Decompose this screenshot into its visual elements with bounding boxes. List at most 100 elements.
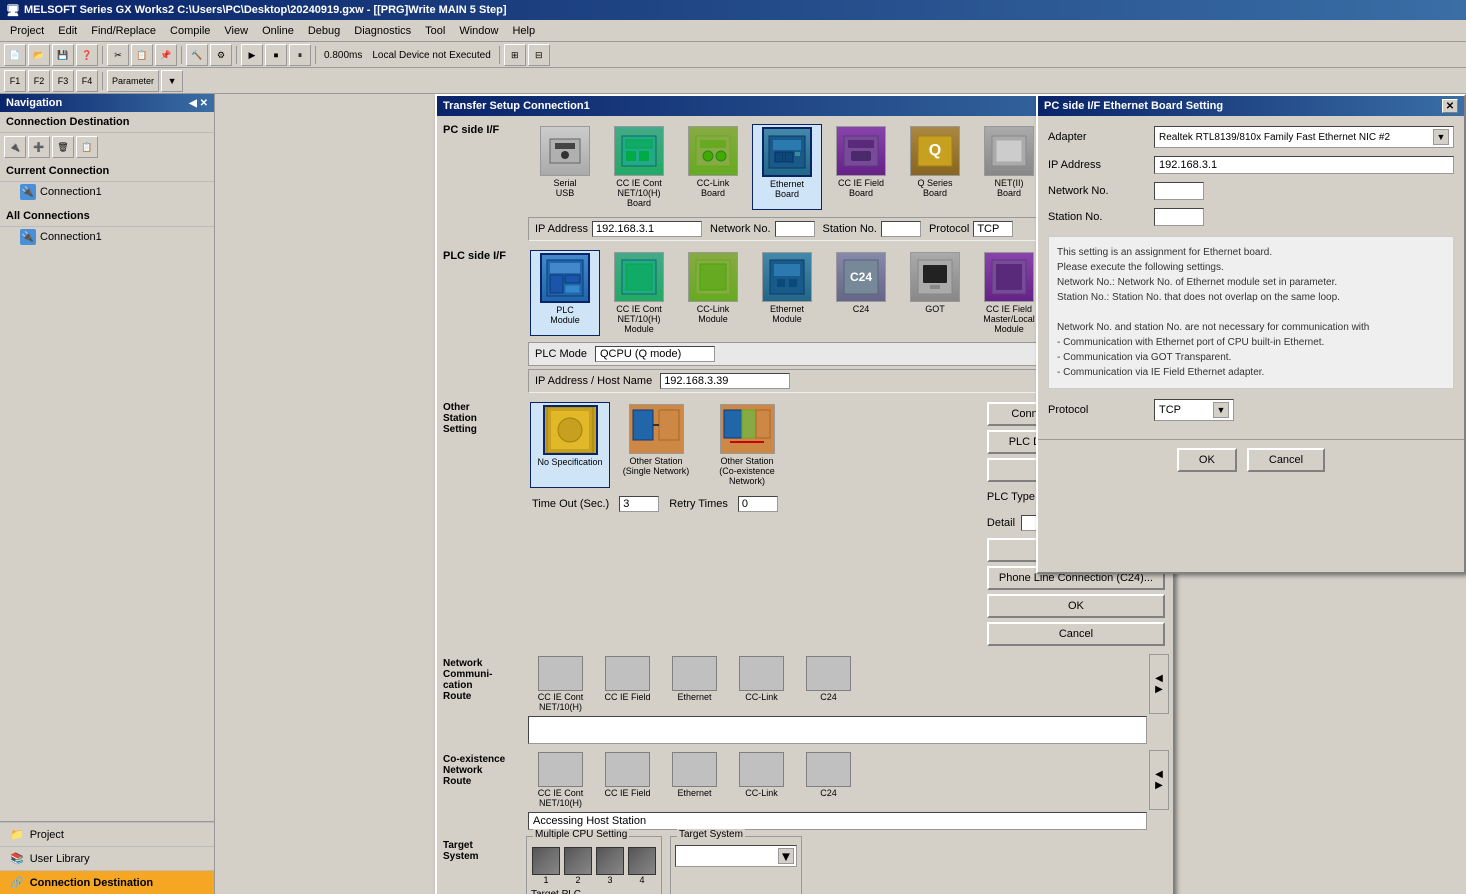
toolbar-save[interactable]: 💾 [52, 44, 74, 66]
coexist-cc-ie-field[interactable]: CC IE Field [595, 752, 660, 808]
ethernet-cancel-btn[interactable]: Cancel [1247, 448, 1325, 472]
toolbar-r3[interactable]: F3 [52, 70, 74, 92]
device-cc-ie-cont-board[interactable]: CC IE ContNET/10(H)Board [604, 124, 674, 210]
menu-online[interactable]: Online [256, 23, 300, 39]
target-system-combo[interactable]: ▼ [675, 845, 797, 867]
coexist-content: CC IE ContNET/10(H) CC IE Field Ethernet [526, 750, 1149, 832]
route-cc-link[interactable]: CC-Link [729, 656, 794, 712]
menu-compile[interactable]: Compile [164, 23, 216, 39]
device-ethernet-module[interactable]: EthernetModule [752, 250, 822, 336]
device-q-series-board[interactable]: Q Q SeriesBoard [900, 124, 970, 210]
other-station-single[interactable]: Other Station(Single Network) [616, 402, 696, 488]
network-no-input[interactable] [775, 221, 815, 237]
menu-edit[interactable]: Edit [52, 23, 83, 39]
menu-window[interactable]: Window [453, 23, 504, 39]
menu-view[interactable]: View [218, 23, 254, 39]
other-station-coexist[interactable]: Other Station(Co-existence Network) [702, 402, 792, 488]
cpu-icon-2[interactable]: 2 [563, 847, 593, 885]
menu-help[interactable]: Help [506, 23, 541, 39]
nav-tab-user-library[interactable]: 📚 User Library [0, 846, 214, 870]
route-cc-ie-cont[interactable]: CC IE ContNET/10(H) [528, 656, 593, 712]
ethernet-dialog-close[interactable]: ✕ [1442, 99, 1458, 113]
device-got[interactable]: GOT [900, 250, 970, 336]
route-ethernet[interactable]: Ethernet [662, 656, 727, 712]
device-serial-usb[interactable]: SerialUSB [530, 124, 600, 210]
toolbar-open[interactable]: 📂 [28, 44, 50, 66]
device-cc-ie-cont-module[interactable]: CC IE ContNET/10(H)Module [604, 250, 674, 336]
toolbar-new[interactable]: 📄 [4, 44, 26, 66]
cpu-icon-4[interactable]: 4 [627, 847, 657, 885]
route-c24[interactable]: C24 [796, 656, 861, 712]
coexist-ethernet[interactable]: Ethernet [662, 752, 727, 808]
toolbar-help[interactable]: ❓ [76, 44, 98, 66]
cancel-btn-transfer[interactable]: Cancel [987, 622, 1165, 646]
menu-diagnostics[interactable]: Diagnostics [348, 23, 417, 39]
toolbar-copy[interactable]: 📋 [131, 44, 153, 66]
nav-tab-project[interactable]: 📁 Project [0, 822, 214, 846]
device-cc-link-mod-label: CC-LinkModule [697, 304, 730, 324]
device-cc-ie-cont-label: CC IE ContNET/10(H)Board [616, 178, 662, 208]
adapter-dropdown-arrow[interactable]: ▼ [1433, 129, 1449, 145]
adapter-combo[interactable]: Realtek RTL8139/810x Family Fast Etherne… [1154, 126, 1454, 148]
toolbar-dropdown[interactable]: ▼ [161, 70, 183, 92]
eth-ip-input[interactable] [1154, 156, 1454, 174]
nav-tree-connection1-current[interactable]: 🔌 Connection1 [0, 182, 214, 202]
coexist-c24[interactable]: C24 [796, 752, 861, 808]
menu-project[interactable]: Project [4, 23, 50, 39]
nav-tree-connection1-all[interactable]: 🔌 Connection1 [0, 227, 214, 247]
coexist-cc-link[interactable]: CC-Link [729, 752, 794, 808]
eth-station-input[interactable] [1154, 208, 1204, 226]
nav-title: Navigation [6, 97, 62, 109]
retry-input[interactable] [738, 496, 778, 512]
toolbar-extra1[interactable]: ⊞ [504, 44, 526, 66]
toolbar-param[interactable]: Parameter [107, 70, 159, 92]
toolbar-paste[interactable]: 📌 [155, 44, 177, 66]
ip-address-input[interactable] [592, 221, 702, 237]
device-c24-plc[interactable]: C24 C24 [826, 250, 896, 336]
toolbar-r1[interactable]: F1 [4, 70, 26, 92]
network-route-input-area[interactable] [528, 716, 1147, 744]
protocol-combo[interactable]: TCP ▼ [1154, 399, 1234, 421]
device-net-ii-board[interactable]: NET(II)Board [974, 124, 1044, 210]
ethernet-ok-btn[interactable]: OK [1177, 448, 1237, 472]
protocol-dropdown-arrow[interactable]: ▼ [1213, 402, 1229, 418]
eth-network-input[interactable] [1154, 182, 1204, 200]
device-cc-link-board[interactable]: CC-LinkBoard [678, 124, 748, 210]
toolbar-build[interactable]: 🔨 [186, 44, 208, 66]
no-specification[interactable]: No Specification [530, 402, 610, 488]
ip-host-input[interactable] [660, 373, 790, 389]
coexist-cc-ie-cont[interactable]: CC IE ContNET/10(H) [528, 752, 593, 808]
network-route-nav[interactable]: ◀ ▶ [1149, 654, 1169, 714]
device-cc-ie-field-board[interactable]: CC IE FieldBoard [826, 124, 896, 210]
nav-btn1[interactable]: 🔌 [4, 136, 26, 158]
toolbar-cut[interactable]: ✂ [107, 44, 129, 66]
target-system-dropdown[interactable]: ▼ [778, 848, 794, 864]
timeout-input[interactable] [619, 496, 659, 512]
nav-btn4[interactable]: 📋 [76, 136, 98, 158]
device-cc-ie-field-ml[interactable]: CC IE FieldMaster/LocalModule [974, 250, 1044, 336]
toolbar-pause[interactable]: ⏸ [289, 44, 311, 66]
device-cc-link-module[interactable]: CC-LinkModule [678, 250, 748, 336]
nav-btn2[interactable]: ➕ [28, 136, 50, 158]
device-ethernet-board[interactable]: EthernetBoard [752, 124, 822, 210]
cpu-icon-1[interactable]: 1 [531, 847, 561, 885]
coexist-nav[interactable]: ◀ ▶ [1149, 750, 1169, 810]
toolbar-r4[interactable]: F4 [76, 70, 98, 92]
toolbar-stop[interactable]: ⏹ [265, 44, 287, 66]
cpu-icon-3[interactable]: 3 [595, 847, 625, 885]
menu-debug[interactable]: Debug [302, 23, 346, 39]
device-cc-ie-img [614, 126, 664, 176]
station-no-input[interactable] [881, 221, 921, 237]
toolbar-rebuild[interactable]: ⚙ [210, 44, 232, 66]
route-cc-ie-field[interactable]: CC IE Field [595, 656, 660, 712]
menu-find-replace[interactable]: Find/Replace [85, 23, 162, 39]
device-cc-ie-field-ml-img [984, 252, 1034, 302]
nav-tab-connection-dest[interactable]: 🔗 Connection Destination [0, 870, 214, 894]
toolbar-r2[interactable]: F2 [28, 70, 50, 92]
ok-btn-transfer[interactable]: OK [987, 594, 1165, 618]
nav-btn3[interactable]: 🗑 [52, 136, 74, 158]
menu-tool[interactable]: Tool [419, 23, 451, 39]
device-plc-module[interactable]: PLCModule [530, 250, 600, 336]
toolbar-extra2[interactable]: ⊟ [528, 44, 550, 66]
toolbar-run[interactable]: ▶ [241, 44, 263, 66]
